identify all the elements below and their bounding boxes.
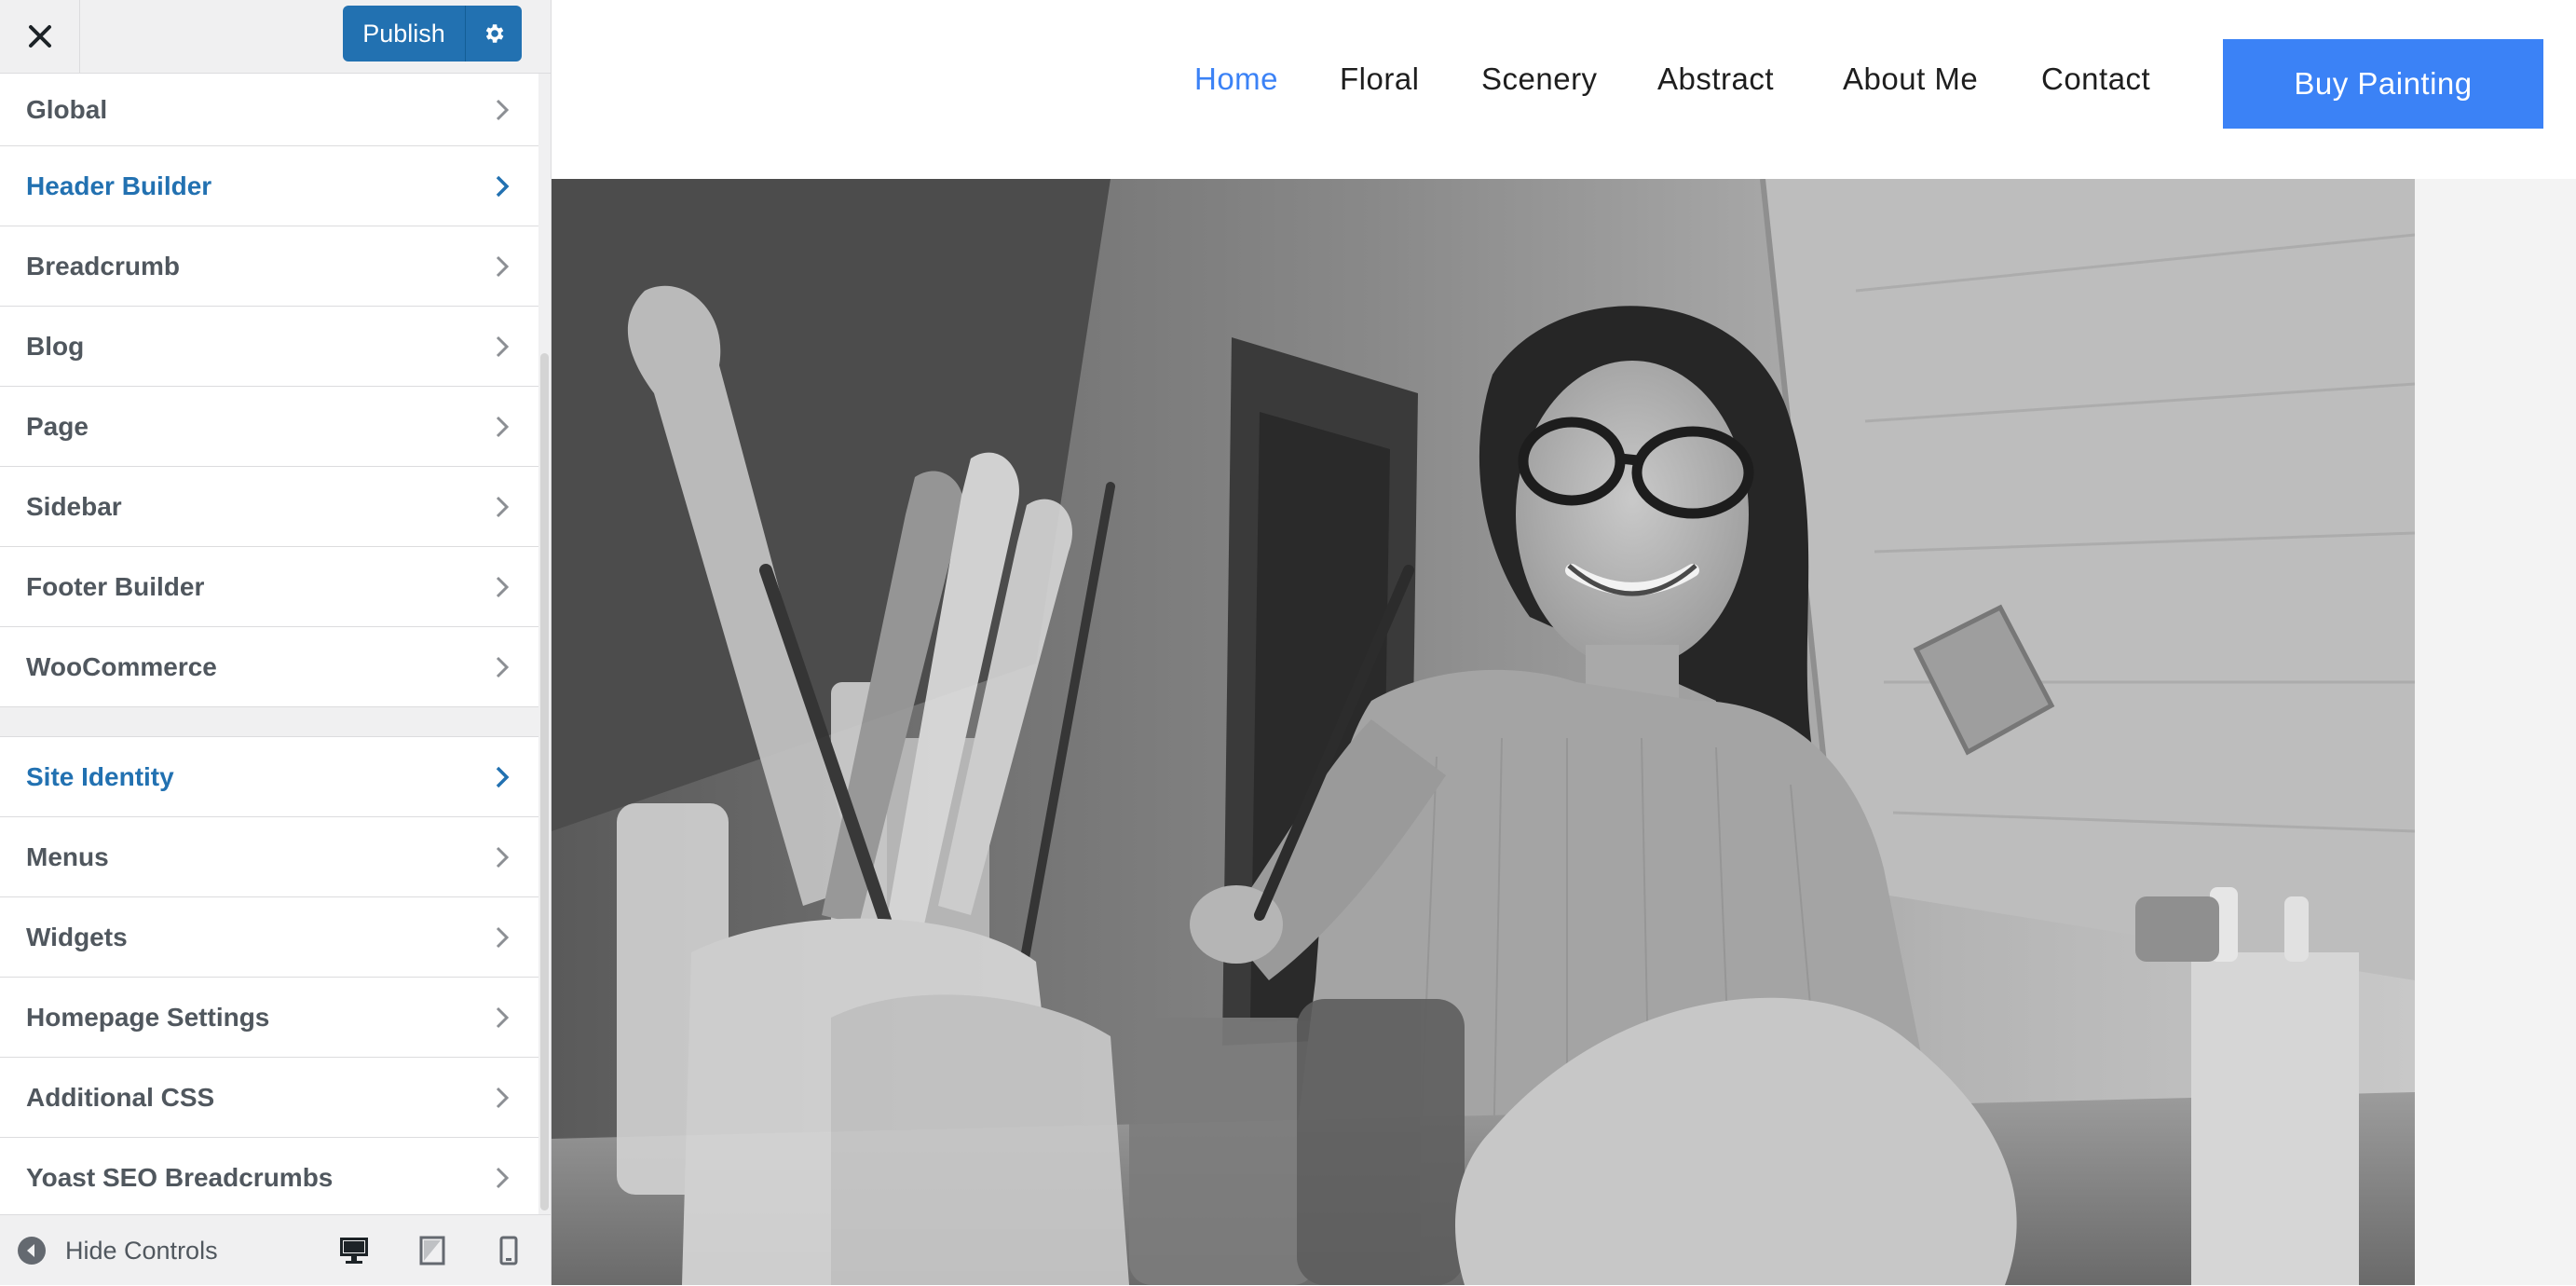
section-label: Footer Builder: [26, 571, 205, 601]
chevron-right-icon: [496, 1167, 510, 1188]
chevron-right-icon: [496, 335, 510, 357]
publish-button[interactable]: Publish: [343, 6, 466, 62]
chevron-right-icon: [496, 926, 510, 948]
section-widgets[interactable]: Widgets: [0, 897, 538, 978]
preview-desktop-button[interactable]: [334, 1232, 375, 1269]
section-label: WooCommerce: [26, 651, 217, 681]
preview-mobile-button[interactable]: [488, 1232, 529, 1269]
section-sidebar[interactable]: Sidebar: [0, 467, 538, 547]
chevron-right-icon: [496, 1087, 510, 1108]
publish-button-group: Publish: [343, 6, 522, 62]
chevron-right-icon: [496, 416, 510, 437]
section-yoast-seo-breadcrumbs[interactable]: Yoast SEO Breadcrumbs: [0, 1138, 538, 1214]
customizer-section-list: Global Header Builder Breadcrumb Blog Pa…: [0, 74, 538, 1214]
section-page[interactable]: Page: [0, 387, 538, 467]
section-header-builder[interactable]: Header Builder: [0, 146, 538, 226]
section-homepage-settings[interactable]: Homepage Settings: [0, 978, 538, 1058]
section-label: Additional CSS: [26, 1082, 215, 1112]
publish-settings-button[interactable]: [466, 6, 522, 62]
hero-image: [552, 179, 2415, 1285]
section-label: Blog: [26, 331, 85, 361]
chevron-right-icon: [496, 175, 510, 197]
section-site-identity[interactable]: Site Identity: [0, 737, 538, 817]
collapse-arrow-icon: [18, 1237, 46, 1265]
section-label: Yoast SEO Breadcrumbs: [26, 1162, 334, 1192]
artist-photo: [552, 179, 2415, 1285]
section-label: Menus: [26, 841, 109, 871]
customizer-header: Publish: [0, 0, 551, 74]
nav-link-floral[interactable]: Floral: [1340, 62, 1420, 97]
section-label: Homepage Settings: [26, 1002, 270, 1032]
nav-link-scenery[interactable]: Scenery: [1481, 62, 1598, 97]
section-additional-css[interactable]: Additional CSS: [0, 1058, 538, 1138]
preview-tablet-button[interactable]: [412, 1232, 453, 1269]
chevron-right-icon: [496, 766, 510, 787]
section-menus[interactable]: Menus: [0, 817, 538, 897]
section-label: Header Builder: [26, 171, 212, 200]
buy-painting-button[interactable]: Buy Painting: [2223, 39, 2543, 129]
sidebar-scrollbar[interactable]: [538, 74, 551, 1214]
section-label: Widgets: [26, 922, 128, 951]
section-label: Sidebar: [26, 491, 122, 521]
chevron-right-icon: [496, 255, 510, 277]
chevron-right-icon: [496, 496, 510, 517]
hide-controls-button[interactable]: Hide Controls: [17, 1215, 218, 1286]
gear-icon: [485, 24, 504, 43]
chevron-right-icon: [496, 656, 510, 677]
customizer-sidebar: Publish Global Header Builder Breadcrumb…: [0, 0, 552, 1285]
tablet-icon: [419, 1236, 445, 1265]
section-label: Breadcrumb: [26, 251, 180, 280]
chevron-right-icon: [496, 99, 510, 120]
hide-controls-label: Hide Controls: [65, 1236, 218, 1265]
nav-link-about-me[interactable]: About Me: [1843, 62, 1978, 97]
section-blog[interactable]: Blog: [0, 307, 538, 387]
chevron-right-icon: [496, 1006, 510, 1028]
section-label: Global: [26, 94, 108, 124]
section-woocommerce[interactable]: WooCommerce: [0, 627, 538, 707]
close-button[interactable]: [0, 0, 80, 73]
chevron-right-icon: [496, 846, 510, 868]
site-header: Home Floral Scenery Abstract About Me Co…: [552, 0, 2576, 179]
section-label: Site Identity: [26, 761, 174, 791]
section-breadcrumb[interactable]: Breadcrumb: [0, 226, 538, 307]
chevron-right-icon: [496, 576, 510, 597]
nav-link-home[interactable]: Home: [1194, 62, 1278, 97]
mobile-icon: [499, 1236, 518, 1265]
section-footer-builder[interactable]: Footer Builder: [0, 547, 538, 627]
close-icon: [28, 25, 51, 48]
customizer-footer: Hide Controls: [0, 1214, 551, 1285]
section-global[interactable]: Global: [0, 74, 538, 146]
nav-link-contact[interactable]: Contact: [2041, 62, 2150, 97]
section-label: Page: [26, 411, 89, 441]
scrollbar-thumb[interactable]: [540, 353, 549, 1211]
nav-link-abstract[interactable]: Abstract: [1657, 62, 1774, 97]
site-preview: Home Floral Scenery Abstract About Me Co…: [552, 0, 2576, 1285]
section-divider: [0, 707, 538, 737]
desktop-icon: [340, 1238, 368, 1264]
